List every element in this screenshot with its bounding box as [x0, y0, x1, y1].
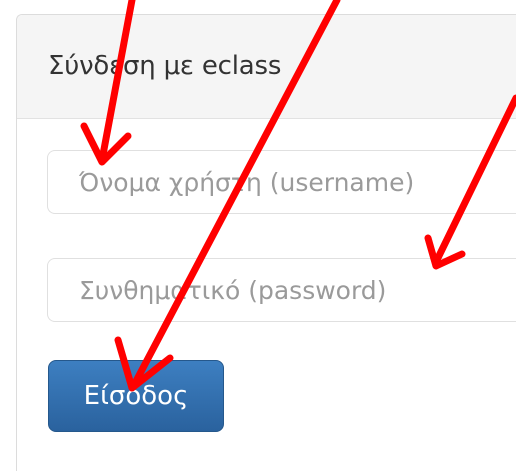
password-input[interactable] — [47, 258, 516, 322]
login-button[interactable]: Είσοδος — [48, 360, 224, 432]
panel-title: Σύνδεση με eclass — [48, 51, 282, 81]
panel-heading: Σύνδεση με eclass — [17, 15, 516, 119]
login-screen: Σύνδεση με eclass Είσοδος — [0, 0, 516, 471]
username-input[interactable] — [47, 150, 516, 214]
